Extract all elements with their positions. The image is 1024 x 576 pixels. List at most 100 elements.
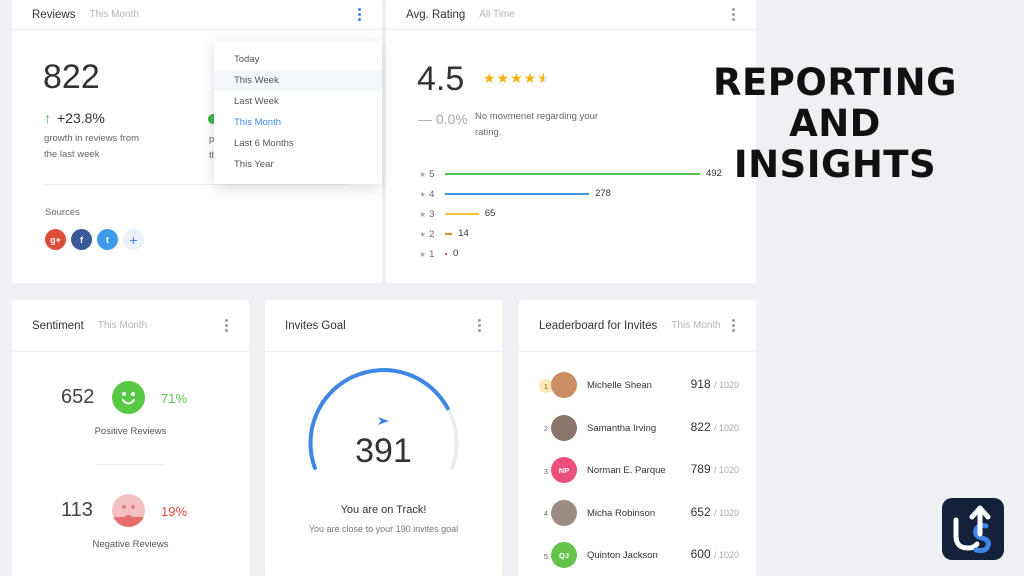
- reviews-growth-value: +23.8%: [57, 110, 105, 126]
- rating-bar-star: 3: [429, 208, 435, 220]
- leaderboard-row[interactable]: 1 Michelle Shean 918 / 1020: [539, 372, 739, 400]
- avatar: [551, 372, 577, 398]
- rating-bar-count: 0: [453, 248, 459, 259]
- star-icon: ★: [419, 189, 427, 199]
- invites-card: Invites Goal 391 You are on Track! You a…: [265, 300, 502, 576]
- rating-header: Avg. Rating All Time: [386, 0, 756, 30]
- rating-value: 4.5: [417, 60, 465, 98]
- leaderboard-period: This Month: [671, 320, 721, 331]
- leaderboard-score: 822: [690, 419, 711, 434]
- negative-count: 113: [61, 499, 93, 521]
- rating-bar-row: ★ 4 278: [419, 188, 739, 200]
- reviews-header: Reviews This Month: [12, 0, 382, 30]
- headline-line2: AND INSIGHTS: [733, 102, 937, 186]
- rating-period: All Time: [479, 9, 515, 20]
- reviews-growth-caption-line2: the last week: [44, 149, 100, 160]
- rating-note-line1: No movmenet regarding your: [475, 111, 599, 122]
- leaderboard-score: 789: [690, 462, 711, 476]
- arrow-up-icon: ↑: [44, 110, 51, 126]
- leaderboard-score-block: 822 / 1020: [691, 420, 739, 434]
- leaderboard-score-block: 789 / 1020: [691, 462, 739, 476]
- sources-label: Sources: [45, 207, 80, 218]
- add-source-icon[interactable]: +: [123, 229, 144, 250]
- rating-bar-fill: [445, 173, 700, 175]
- star-icon: ★: [419, 169, 427, 179]
- leaderboard-name: Michelle Shean: [587, 380, 652, 391]
- leaderboard-name: Micha Robinson: [587, 507, 656, 519]
- sad-face-icon: [112, 494, 145, 527]
- rating-stars-icon: ★★★★★★: [483, 70, 551, 86]
- dropdown-item-last-6-months[interactable]: Last 6 Months: [214, 133, 382, 154]
- period-dropdown-list: Today This Week Last Week This Month Last 6 …: [214, 49, 382, 175]
- brand-logo-icon: [942, 498, 1004, 560]
- rating-note: No movmenet regarding your rating.: [475, 109, 598, 141]
- leaderboard-score: 918: [690, 377, 711, 391]
- rating-bar-row: ★ 3 65: [419, 208, 739, 220]
- sentiment-card: Sentiment This Month 652 71% Positive Re…: [12, 300, 249, 576]
- dropdown-item-this-week[interactable]: This Week: [214, 70, 382, 91]
- dropdown-item-this-year[interactable]: This Year: [214, 154, 382, 175]
- star-icon: ★: [419, 209, 427, 219]
- leaderboard-row[interactable]: 3 NP Norman E. Parque 789 / 1020: [539, 457, 739, 485]
- positive-pct: 71%: [161, 391, 188, 406]
- negative-pct: 19%: [161, 504, 188, 519]
- star-icon: ★: [419, 249, 427, 259]
- leaderboard-title: Leaderboard for Invites: [539, 319, 658, 332]
- rating-note-line2: rating.: [475, 127, 502, 138]
- rating-bar-star: 4: [429, 188, 435, 200]
- rating-bar-fill: [445, 233, 453, 235]
- paper-plane-icon: [378, 417, 389, 425]
- leaderboard-name: Samantha Irving: [587, 422, 657, 434]
- avatar: [551, 414, 577, 441]
- rating-bar-star: 1: [429, 248, 435, 260]
- reviews-title: Reviews: [32, 8, 76, 21]
- reviews-menu-icon[interactable]: [358, 8, 362, 21]
- rating-bar-fill: [445, 193, 590, 195]
- negative-label: Negative Reviews: [92, 539, 169, 550]
- rating-change: — 0.0%: [418, 111, 468, 127]
- rating-bar-fill: [445, 213, 479, 215]
- leaderboard-name: Norman E. Parque: [587, 465, 666, 476]
- happy-face-icon: [112, 381, 145, 414]
- rating-title: Avg. Rating: [406, 8, 466, 21]
- leaderboard-menu-icon[interactable]: [732, 319, 736, 332]
- headline: REPORTING AND INSIGHTS: [682, 62, 988, 185]
- dropdown-item-today[interactable]: Today: [214, 49, 382, 70]
- rating-bar-count: 14: [458, 228, 469, 239]
- positive-label: Positive Reviews: [94, 426, 167, 437]
- rating-menu-icon[interactable]: [732, 8, 736, 21]
- dropdown-item-this-month[interactable]: This Month: [214, 112, 382, 133]
- positive-count: 652: [61, 386, 95, 408]
- rating-bar-row: ★ 1 0: [419, 248, 739, 260]
- leaderboard-row[interactable]: 4 Micha Robinson 652 / 1020: [539, 499, 739, 528]
- facebook-icon[interactable]: f: [71, 229, 92, 250]
- reviews-period: This Month: [89, 9, 139, 20]
- headline-line1: REPORTING: [712, 61, 957, 104]
- twitter-icon[interactable]: t: [97, 229, 118, 250]
- leaderboard-row[interactable]: 2 Samantha Irving 822 / 1020: [539, 414, 739, 443]
- reviews-growth-caption: growth in reviews from the last week: [44, 131, 139, 163]
- reviews-count: 822: [43, 58, 100, 96]
- dropdown-item-last-week[interactable]: Last Week: [214, 91, 382, 112]
- sentiment-divider: [97, 464, 164, 465]
- leaderboard-total: / 1020: [713, 465, 739, 475]
- star-icon: ★: [419, 229, 427, 239]
- leaderboard-score: 600: [690, 547, 711, 561]
- leaderboard-header: Leaderboard for Invites This Month: [519, 300, 756, 352]
- avatar: QJ: [551, 542, 577, 568]
- leaderboard-total: / 1020: [713, 507, 739, 518]
- sentiment-menu-icon[interactable]: [225, 319, 229, 332]
- leaderboard-score-block: 918 / 1020: [691, 377, 739, 391]
- leaderboard-row[interactable]: 5 QJ Quinton Jackson 600 / 1020: [539, 542, 739, 570]
- avatar: NP: [551, 457, 577, 483]
- reviews-growth-caption-line1: growth in reviews from: [44, 133, 140, 144]
- leaderboard-total: / 1020: [713, 422, 739, 433]
- leaderboard-name: Quinton Jackson: [587, 550, 658, 561]
- rating-bar-star: 2: [429, 228, 435, 240]
- invites-status-title: You are on Track!: [340, 504, 427, 516]
- invites-count: 391: [355, 432, 412, 470]
- google-plus-icon[interactable]: g+: [45, 229, 66, 250]
- rating-bar-star: 5: [429, 168, 435, 180]
- sentiment-header: Sentiment This Month: [12, 300, 249, 352]
- sentiment-title: Sentiment: [32, 319, 84, 332]
